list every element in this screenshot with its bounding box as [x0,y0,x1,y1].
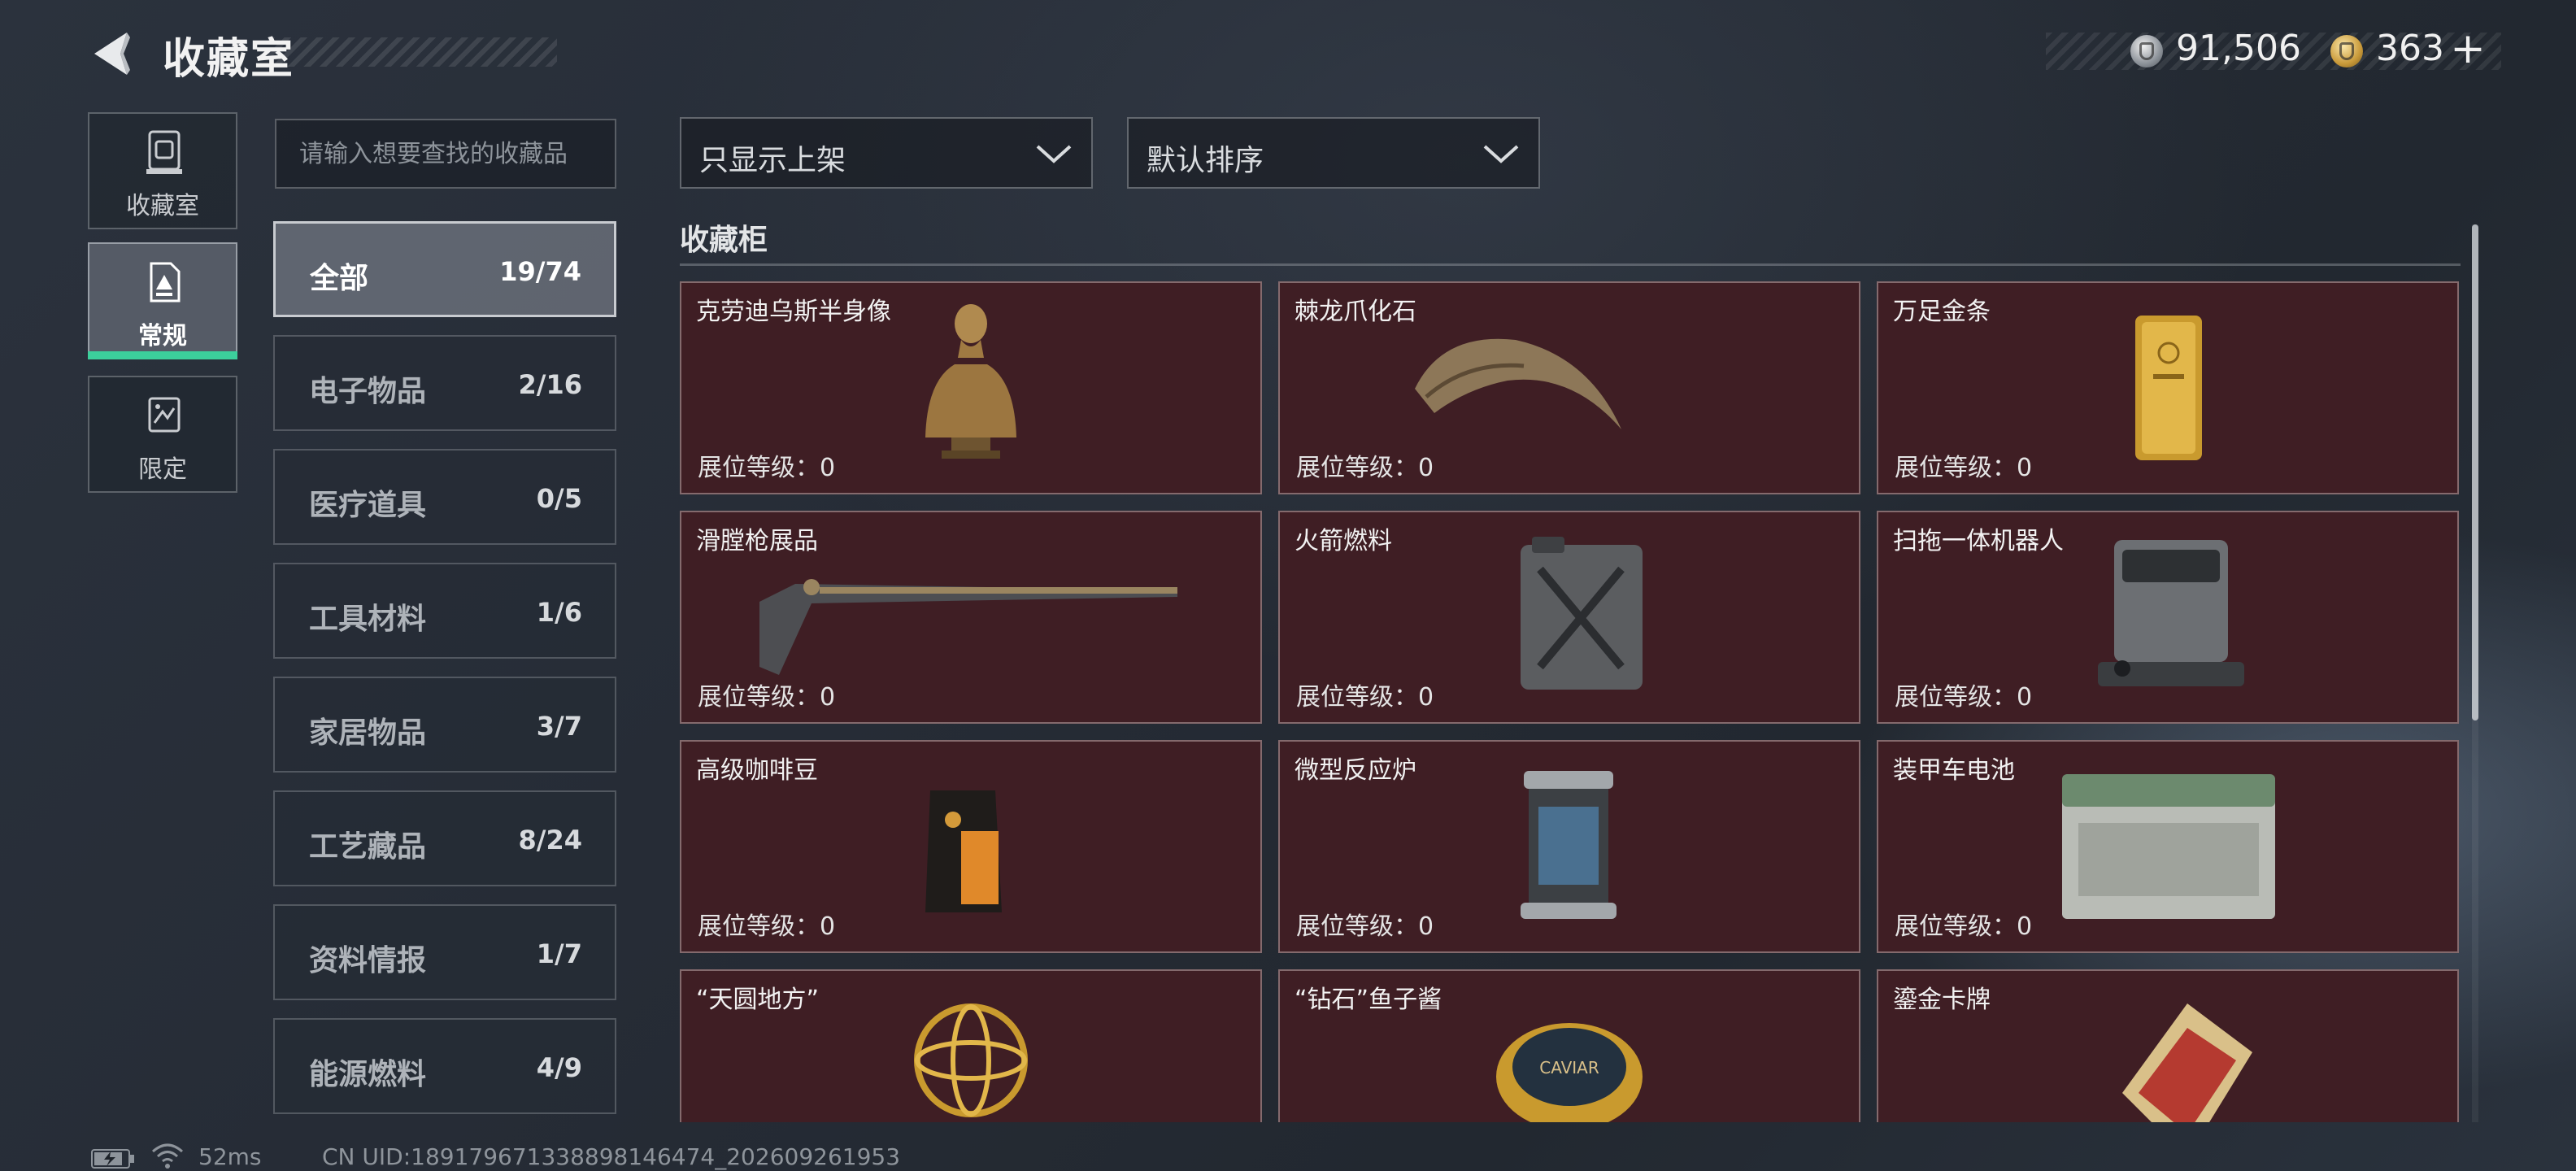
gold-amount: 363 [2376,28,2444,69]
collection-card[interactable]: 克劳迪乌斯半身像 展位等级：0 [680,281,1262,494]
collection-card[interactable]: CAVIAR “钻石”鱼子酱 [1278,969,1860,1122]
category-name: 全部 [310,262,369,295]
wifi-icon [152,1143,183,1169]
category-count: 0/5 [536,483,582,514]
collection-card[interactable]: 鎏金卡牌 [1877,969,2459,1122]
scrollbar-thumb[interactable] [2472,224,2478,720]
category-count: 2/16 [518,369,582,400]
collection-card[interactable]: 火箭燃料展位等级：0 [1278,511,1860,724]
search-input[interactable] [275,119,616,189]
card-level: 展位等级：0 [698,683,836,712]
rail-item-limited[interactable]: 限定 [88,376,237,493]
category-count: 1/7 [536,938,582,969]
category-count: 3/7 [536,711,582,742]
card-level: 展位等级：0 [1895,683,2033,712]
category-name: 医疗道具 [309,489,427,522]
category-name: 工艺藏品 [309,830,427,864]
category-item[interactable]: 医疗道具 0/5 [273,449,616,545]
gold-coin-icon [2330,35,2363,67]
rail-label-collection-room: 收藏室 [126,192,199,220]
rail-label-limited: 限定 [138,455,187,484]
category-item[interactable]: 能源燃料 4/9 [273,1018,616,1114]
card-title: 扫拖一体机器人 [1893,527,2064,555]
card-title: 微型反应炉 [1295,756,1416,785]
user-uid: CN UID:18917967133889814​6474_2026092619… [322,1143,901,1170]
card-title: 火箭燃料 [1295,527,1392,555]
card-level: 展位等级：0 [1296,912,1434,941]
collection-card[interactable]: “天圆地方” [680,969,1262,1122]
rail-item-regular[interactable]: 常规 [88,242,237,359]
card-title: “天圆地方” [696,986,820,1014]
category-item[interactable]: 资料情报 1/7 [273,904,616,1000]
collection-grid[interactable]: 克劳迪乌斯半身像 展位等级：0 棘龙爪化石 展位等级：0 万足金条 展位等级：0 滑膛… [680,281,2461,1122]
card-level: 展位等级：0 [1895,454,2033,482]
card-title: 高级咖啡豆 [696,756,818,785]
category-count: 19/74 [499,256,581,287]
title-hatch-decoration [268,37,557,67]
sort-dropdown[interactable]: 默认排序 [1127,117,1540,189]
card-title: 滑膛枪展品 [696,527,818,555]
collection-room-icon [146,130,182,174]
card-title: 克劳迪乌斯半身像 [696,298,891,326]
card-title: 万足金条 [1893,298,1991,326]
card-level: 展位等级：0 [698,912,836,941]
card-level: 展位等级：0 [1296,683,1434,712]
shelf-filter-value: 只显示上架 [699,144,846,177]
category-count: 1/6 [536,597,582,628]
silver-amount: 91,506 [2176,28,2301,69]
collection-card[interactable]: 微型反应炉展位等级：0 [1278,740,1860,953]
battery-icon [91,1149,134,1169]
category-count: 4/9 [536,1052,582,1083]
shelf-filter-dropdown[interactable]: 只显示上架 [680,117,1093,189]
rail-label-regular: 常规 [138,322,187,350]
card-level: 展位等级：0 [1895,912,2033,941]
chevron-down-icon [1483,145,1519,163]
limited-icon [148,397,181,433]
collection-card[interactable]: 万足金条展位等级：0 [1877,281,2459,494]
page-title: 收藏室 [163,35,295,84]
rail-item-collection-room[interactable]: 收藏室 [88,112,237,229]
card-title: “钻石”鱼子酱 [1295,986,1442,1014]
category-name: 工具材料 [309,603,427,636]
category-item[interactable]: 家居物品 3/7 [273,677,616,773]
category-name: 资料情报 [309,944,427,977]
sort-value: 默认排序 [1147,144,1264,177]
collection-card[interactable]: 棘龙爪化石展位等级：0 [1278,281,1860,494]
collection-card[interactable]: 滑膛枪展品展位等级：0 [680,511,1262,724]
add-currency-button[interactable]: + [2448,24,2488,73]
chevron-down-icon [1036,145,1072,163]
regular-icon [150,262,181,303]
collection-card[interactable]: 装甲车电池展位等级：0 [1877,740,2459,953]
card-title: 装甲车电池 [1893,756,2015,785]
category-name: 电子物品 [309,375,427,408]
collection-card[interactable]: 扫拖一体机器人 展位等级：0 [1877,511,2459,724]
card-title: 棘龙爪化石 [1295,298,1416,326]
caviar-label: CAVIAR [1539,1058,1599,1077]
category-item[interactable]: 工艺藏品 8/24 [273,790,616,886]
selected-indicator [88,351,237,359]
category-item[interactable]: 电子物品 2/16 [273,335,616,431]
card-level: 展位等级：0 [1296,454,1434,482]
section-title: 收藏柜 [680,224,768,257]
category-name: 家居物品 [309,716,427,750]
ping-readout: 52ms [198,1143,262,1170]
category-count: 8/24 [518,825,582,855]
category-item[interactable]: 工具材料 1/6 [273,563,616,659]
card-title: 鎏金卡牌 [1893,986,1991,1014]
category-name: 能源燃料 [309,1058,427,1091]
collection-card[interactable]: 高级咖啡豆展位等级：0 [680,740,1262,953]
silver-coin-icon [2130,35,2163,67]
section-divider [680,263,2461,266]
category-item[interactable]: 全部 19/74 [273,221,616,317]
back-arrow-icon[interactable] [88,29,137,78]
card-level: 展位等级：0 [698,454,836,482]
